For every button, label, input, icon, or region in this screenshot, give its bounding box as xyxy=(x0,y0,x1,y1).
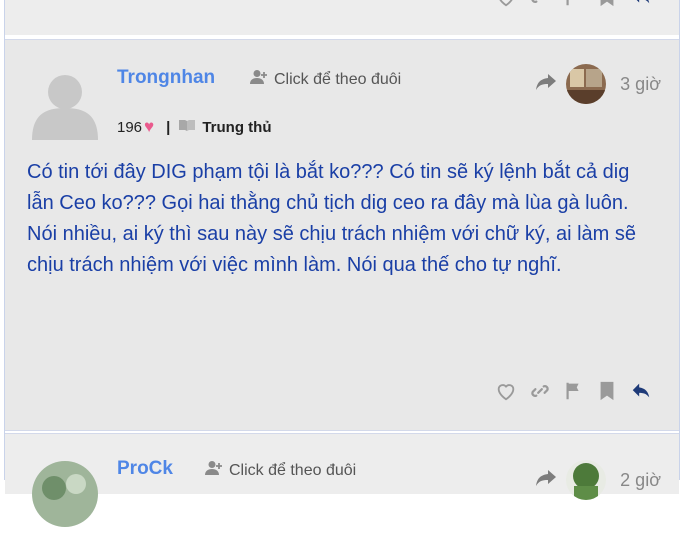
bookmark-icon[interactable] xyxy=(597,380,617,402)
avatar[interactable] xyxy=(32,68,98,140)
post-time: 2 giờ xyxy=(620,469,661,490)
post-meta: 3 giờ xyxy=(534,64,661,104)
likes-count: 196 xyxy=(117,118,143,136)
reply-icon[interactable] xyxy=(629,380,653,402)
share-arrow-icon[interactable] xyxy=(534,72,558,97)
previous-post-footer xyxy=(5,0,679,35)
avatar[interactable] xyxy=(566,460,607,500)
user-rank: Trung thủ xyxy=(202,118,272,136)
flag-icon[interactable] xyxy=(563,380,585,402)
post-card: ProCk Click để theo đuôi 2 giờ xyxy=(5,433,679,527)
avatar[interactable] xyxy=(32,458,98,530)
heart-icon[interactable] xyxy=(495,0,517,8)
post-body: Có tin tới đây DIG phạm tội là bắt ko???… xyxy=(27,161,636,276)
heart-icon: ♥ xyxy=(144,117,155,136)
post-card: Trongnhan Click để theo đuôi 196 ♥ | Tru… xyxy=(5,39,679,431)
add-user-icon xyxy=(205,460,223,481)
follow-button[interactable]: Click để theo đuôi xyxy=(250,69,401,90)
flag-icon[interactable] xyxy=(563,0,585,8)
post-actions xyxy=(483,380,653,402)
user-stats: 196 ♥ | Trung thủ xyxy=(117,117,271,137)
previous-post-actions xyxy=(483,0,653,8)
avatar[interactable] xyxy=(566,64,607,104)
follow-label: Click để theo đuôi xyxy=(274,70,402,88)
post-meta: 2 giờ xyxy=(534,460,661,500)
username[interactable]: ProCk xyxy=(117,458,173,480)
bookmark-icon[interactable] xyxy=(597,0,617,8)
follow-label: Click để theo đuôi xyxy=(229,461,357,479)
username[interactable]: Trongnhan xyxy=(117,67,215,89)
add-user-icon xyxy=(250,69,268,90)
heart-icon[interactable] xyxy=(495,380,517,402)
book-icon xyxy=(178,118,196,136)
follow-button[interactable]: Click để theo đuôi xyxy=(205,460,356,481)
divider: | xyxy=(166,118,171,136)
link-icon[interactable] xyxy=(529,0,551,8)
link-icon[interactable] xyxy=(529,380,551,402)
post-time: 3 giờ xyxy=(620,73,661,94)
reply-icon[interactable] xyxy=(629,0,653,8)
share-arrow-icon[interactable] xyxy=(534,468,558,493)
